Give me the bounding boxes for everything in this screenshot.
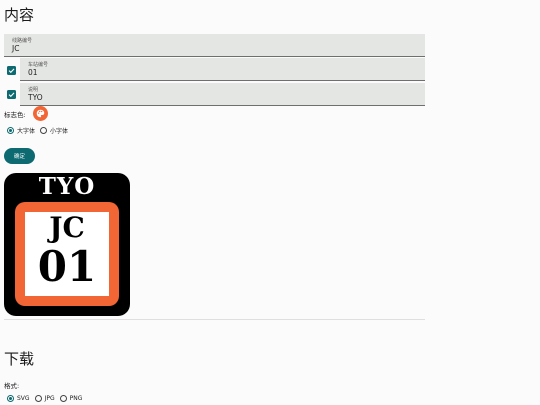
sign-color-frame: JC 01 <box>15 202 119 306</box>
format-jpg-label: JPG <box>44 395 55 402</box>
station-sign-preview: TYO JC 01 <box>4 173 130 316</box>
station-number-checkbox[interactable] <box>7 66 16 75</box>
line-code-label: 线路编号 <box>12 38 33 44</box>
download-heading: 下载 <box>4 350 35 368</box>
line-code-value[interactable]: JC <box>12 44 19 53</box>
content-heading: 内容 <box>4 6 35 24</box>
radio-unselected-icon[interactable] <box>34 395 42 402</box>
radio-unselected-icon[interactable] <box>40 127 48 134</box>
palette-icon <box>36 109 45 118</box>
sign-line-code: JC <box>49 211 85 244</box>
font-small-label: 小字体 <box>50 128 69 135</box>
sign-top-text: TYO <box>38 173 96 200</box>
sign-color-label: 标志色: <box>4 111 26 119</box>
check-icon <box>8 92 15 98</box>
font-large-option[interactable]: 大字体 <box>7 126 35 135</box>
check-icon <box>8 68 15 74</box>
section-divider <box>4 319 425 320</box>
description-field[interactable]: 说明 TYO <box>20 83 425 106</box>
format-radio-group: SVG JPG PNG <box>7 395 87 402</box>
format-label: 格式: <box>4 382 20 390</box>
color-picker-button[interactable] <box>33 106 48 121</box>
format-png-label: PNG <box>69 395 83 402</box>
station-number-field[interactable]: 车站编号 01 <box>20 58 425 81</box>
radio-unselected-icon[interactable] <box>59 395 67 402</box>
confirm-button[interactable]: 确定 <box>4 148 35 164</box>
font-large-label: 大字体 <box>17 128 36 135</box>
station-number-label: 车站编号 <box>28 62 49 68</box>
radio-selected-icon[interactable] <box>7 127 14 134</box>
station-number-value[interactable]: 01 <box>28 68 38 77</box>
font-small-option[interactable]: 小字体 <box>40 126 68 135</box>
format-svg-option[interactable]: SVG <box>7 395 30 402</box>
radio-selected-icon[interactable] <box>7 395 14 402</box>
format-png-option[interactable]: PNG <box>59 395 83 402</box>
description-value[interactable]: TYO <box>28 93 43 102</box>
line-code-field[interactable]: 线路编号 JC <box>4 34 425 57</box>
format-jpg-option[interactable]: JPG <box>34 395 55 402</box>
font-size-radio-group: 大字体 小字体 <box>7 126 73 135</box>
format-svg-label: SVG <box>17 395 30 402</box>
description-checkbox[interactable] <box>7 90 16 99</box>
description-label: 说明 <box>28 87 39 93</box>
sign-station-number: 01 <box>37 242 97 291</box>
sign-inner-box: JC 01 <box>25 212 109 296</box>
